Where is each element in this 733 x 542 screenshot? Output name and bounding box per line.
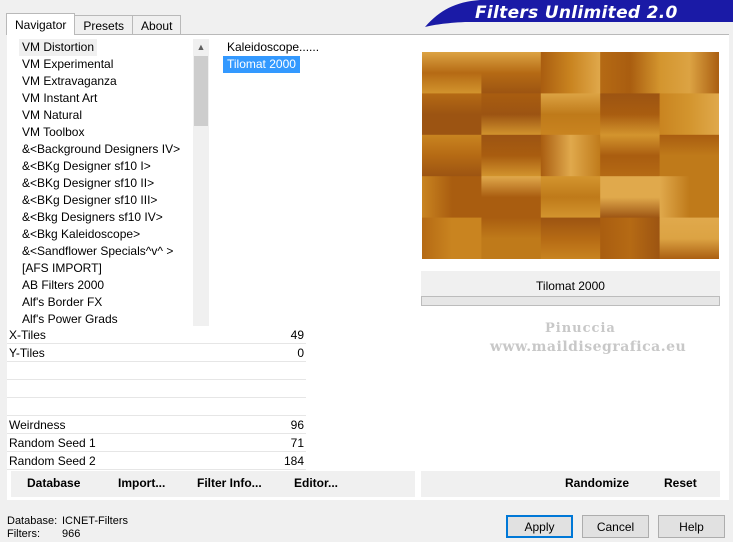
param-label: X-Tiles [9, 328, 46, 342]
preview-tile [481, 134, 542, 177]
preview-tile [659, 134, 719, 177]
param-row-random-seed-2[interactable]: Random Seed 2 184 [7, 452, 306, 470]
category-item[interactable]: [AFS IMPORT] [19, 261, 102, 275]
scroll-thumb[interactable] [194, 56, 208, 126]
preview-tile [540, 52, 601, 94]
category-item[interactable]: &<Background Designers IV> [19, 142, 180, 156]
progress-bar [421, 296, 720, 306]
filter-info-button[interactable]: Filter Info... [197, 476, 262, 490]
navigator-panel: VM Distortion VM Experimental VM Extravaga… [7, 35, 729, 500]
param-label: Y-Tiles [9, 346, 45, 360]
editor-button[interactable]: Editor... [294, 476, 338, 490]
preview-tile [540, 93, 601, 136]
database-status-label: Database: [7, 515, 58, 527]
cancel-button[interactable]: Cancel [582, 515, 649, 538]
tab-about[interactable]: About [132, 15, 182, 35]
status-info: Database: ICNET-Filters Filters: 966 [7, 515, 128, 541]
preview-tile [659, 217, 719, 259]
preview-tile [600, 52, 661, 94]
param-label: Weirdness [9, 418, 66, 432]
filters-unlimited-dialog: Navigator Presets About Filters Unlimite… [0, 0, 733, 542]
randomize-button[interactable]: Randomize [565, 476, 629, 490]
param-label: Random Seed 2 [9, 454, 96, 468]
category-item[interactable]: VM Experimental [19, 57, 113, 71]
filters-count-value: 966 [62, 528, 81, 540]
param-value: 0 [297, 346, 304, 360]
preview-tile [481, 93, 542, 136]
scroll-up-arrow-icon[interactable]: ▲ [193, 39, 209, 55]
preview-tile [600, 134, 661, 177]
preview-tiles [422, 52, 719, 259]
preview-image [422, 52, 719, 259]
param-label: Random Seed 1 [9, 436, 96, 450]
category-item[interactable]: VM Toolbox [19, 125, 84, 139]
param-value: 71 [290, 436, 304, 450]
category-item[interactable]: &<Bkg Kaleidoscope> [19, 227, 140, 241]
tab-navigator[interactable]: Navigator [6, 13, 76, 35]
preview-tile [422, 134, 482, 177]
preview-tile [600, 176, 661, 219]
filter-item-tilomat[interactable]: Tilomat 2000 [223, 56, 300, 73]
product-banner: Filters Unlimited 2.0 [425, 0, 733, 27]
preview-tile [481, 176, 542, 219]
reset-button[interactable]: Reset [664, 476, 697, 490]
param-value: 49 [290, 328, 304, 342]
category-item[interactable]: VM Distortion [19, 39, 98, 56]
category-item[interactable]: &<Sandflower Specials^v^ > [19, 244, 173, 258]
right-button-bar: Randomize Reset [421, 471, 720, 497]
param-row-weirdness[interactable]: Weirdness 96 [7, 416, 306, 434]
category-item[interactable]: &<BKg Designer sf10 I> [19, 159, 151, 173]
left-button-bar: Database Import... Filter Info... Editor… [11, 471, 415, 497]
preview-tile [422, 176, 482, 219]
watermark-url: www.maildisegrafica.eu [490, 339, 687, 355]
param-row-x-tiles[interactable]: X-Tiles 49 [7, 326, 306, 344]
category-item[interactable]: &<BKg Designer sf10 II> [19, 176, 154, 190]
preview-tile [600, 217, 661, 259]
category-item[interactable]: &<Bkg Designers sf10 IV> [19, 210, 163, 224]
category-item[interactable]: VM Instant Art [19, 91, 97, 105]
param-value: 96 [290, 418, 304, 432]
category-item[interactable]: Alf's Border FX [19, 295, 102, 309]
database-status-value: ICNET-Filters [62, 515, 128, 527]
preview-tile [422, 93, 482, 136]
preview-tile [540, 176, 601, 219]
param-row-empty-2[interactable] [7, 380, 306, 398]
param-row-random-seed-1[interactable]: Random Seed 1 71 [7, 434, 306, 452]
param-value: 184 [283, 454, 304, 468]
banner-title: Filters Unlimited 2.0 [475, 3, 678, 23]
category-item[interactable]: AB Filters 2000 [19, 278, 104, 292]
preview-tile [600, 93, 661, 136]
watermark-name: Pinuccia [545, 321, 616, 336]
tab-presets[interactable]: Presets [74, 15, 134, 35]
preview-tile [481, 217, 542, 259]
preview-tile [659, 176, 719, 219]
category-item[interactable]: &<BKg Designer sf10 III> [19, 193, 157, 207]
preview-tile [659, 93, 719, 136]
preview-tile [422, 52, 482, 94]
preview-tile [422, 217, 482, 259]
filter-item-kaleidoscope[interactable]: Kaleidoscope...... [223, 39, 323, 56]
filters-count-label: Filters: [7, 528, 40, 540]
tab-bar: Navigator Presets About [6, 13, 182, 35]
apply-button[interactable]: Apply [506, 515, 573, 538]
preview-tile [540, 217, 601, 259]
param-row-y-tiles[interactable]: Y-Tiles 0 [7, 344, 306, 362]
help-button[interactable]: Help [658, 515, 725, 538]
param-row-empty-3[interactable] [7, 398, 306, 416]
preview-tile [659, 52, 719, 94]
preview-tile [481, 52, 542, 94]
import-button[interactable]: Import... [118, 476, 165, 490]
category-item[interactable]: Alf's Power Grads [19, 312, 118, 326]
category-item[interactable]: VM Extravaganza [19, 74, 117, 88]
preview-tile [540, 134, 601, 177]
database-button[interactable]: Database [27, 476, 80, 490]
category-item[interactable]: VM Natural [19, 108, 82, 122]
param-row-empty-1[interactable] [7, 362, 306, 380]
